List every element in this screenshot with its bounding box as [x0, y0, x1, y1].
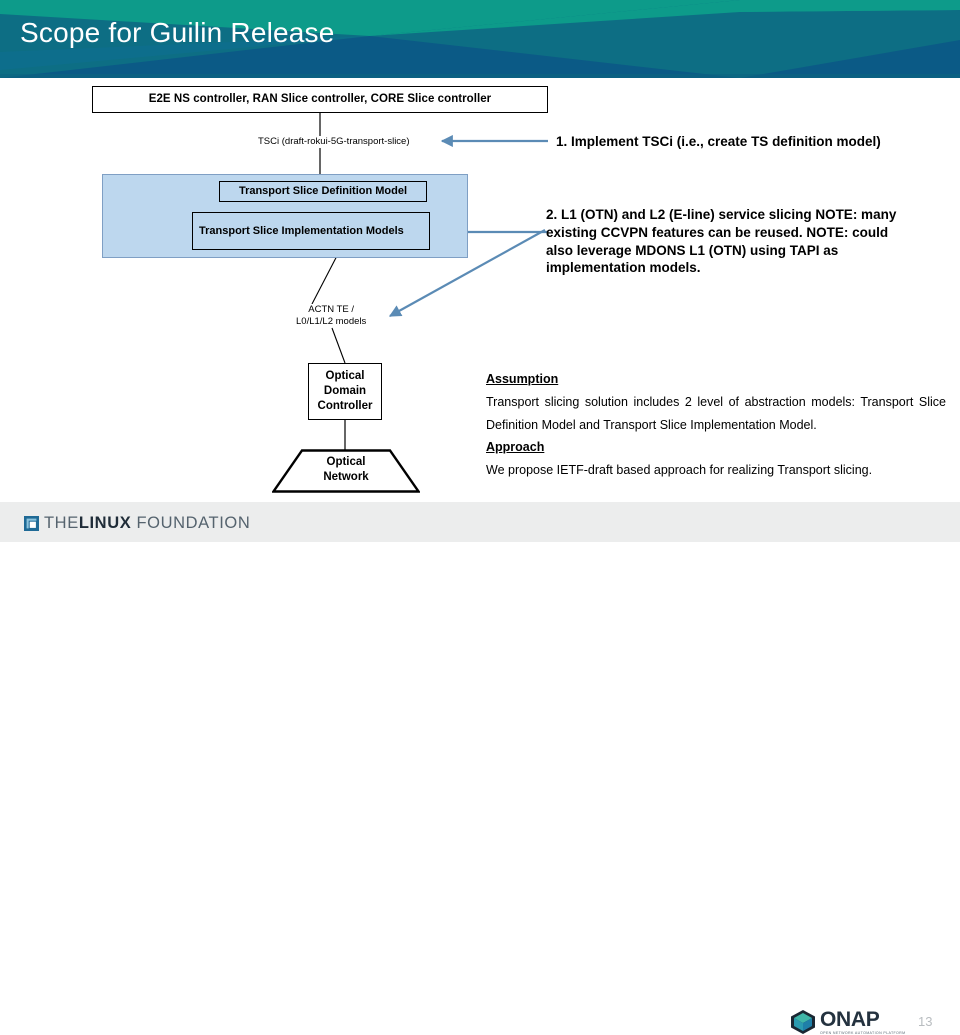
lf-foundation: FOUNDATION: [131, 513, 251, 532]
actn-te-models-label-line1: ACTN TE /: [308, 304, 354, 315]
assumption-body: Transport slicing solution includes 2 le…: [486, 394, 946, 432]
optical-domain-controller-line1: Optical: [325, 370, 365, 383]
optical-domain-controller-line3: Controller: [317, 399, 373, 412]
optical-network-line1: Optical: [326, 456, 366, 468]
tsci-interface-label: TSCi (draft-rokui-5G-transport-slice): [256, 136, 412, 148]
approach-body: We propose IETF-draft based approach for…: [486, 463, 873, 477]
transport-slice-implementation-models-box[interactable]: Transport Slice Implementation Models: [192, 212, 430, 250]
approach-heading: Approach: [486, 440, 545, 455]
assumption-approach-block: Assumption Transport slicing solution in…: [486, 368, 946, 482]
slide-header: Scope for Guilin Release: [0, 0, 960, 78]
slide-footer: THELINUX FOUNDATION ONAP OPEN NETWORK AU…: [0, 500, 960, 1035]
linux-foundation-logo: THELINUX FOUNDATION: [24, 513, 250, 533]
annotation-note-1: 1. Implement TSCi (i.e., create TS defin…: [556, 134, 881, 149]
actn-te-models-label: ACTN TE / L0/L1/L2 models: [294, 304, 369, 328]
e2e-controllers-box[interactable]: E2E NS controller, RAN Slice controller,…: [92, 86, 548, 113]
lf-linux: LINUX: [78, 513, 132, 532]
slide-body: E2E NS controller, RAN Slice controller,…: [0, 78, 960, 500]
page-title: Scope for Guilin Release: [20, 17, 335, 48]
actn-te-models-label-line2: L0/L1/L2 models: [296, 315, 367, 327]
onap-wordmark-wrap: ONAP OPEN NETWORK AUTOMATION PLATFORM: [820, 1009, 905, 1035]
onap-tagline: OPEN NETWORK AUTOMATION PLATFORM: [820, 1031, 906, 1035]
assumption-heading: Assumption: [486, 372, 559, 386]
linux-foundation-mark-icon: [24, 515, 39, 531]
optical-network-line2: Network: [323, 470, 369, 483]
linux-foundation-wordmark: THELINUX FOUNDATION: [44, 514, 250, 533]
transport-slice-definition-model-box[interactable]: Transport Slice Definition Model: [219, 181, 427, 202]
optical-domain-controller-box[interactable]: Optical Domain Controller: [308, 363, 382, 420]
page-number: 13: [918, 1014, 933, 1029]
onap-hexagon-icon: [791, 1010, 815, 1034]
onap-logo: ONAP OPEN NETWORK AUTOMATION PLATFORM: [789, 1009, 905, 1035]
optical-network-shape[interactable]: Optical Network: [272, 449, 420, 493]
onap-wordmark: ONAP: [820, 1007, 880, 1031]
lf-the: THE: [44, 513, 79, 532]
optical-network-label: Optical Network: [272, 455, 420, 484]
optical-domain-controller-line2: Domain: [323, 385, 367, 398]
annotation-note-2: 2. L1 (OTN) and L2 (E-line) service slic…: [546, 207, 897, 276]
